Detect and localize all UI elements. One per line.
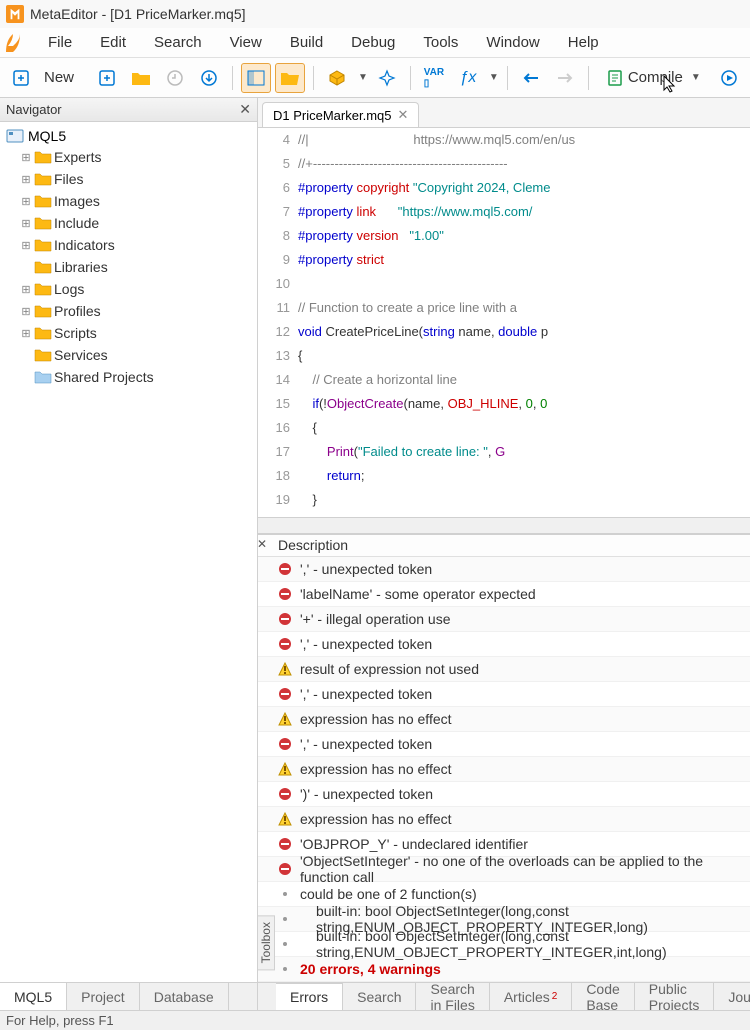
error-row[interactable]: 'ObjectSetInteger' - no one of the overl… [258, 857, 750, 882]
error-row[interactable]: ',' - unexpected token [258, 732, 750, 757]
dropdown-icon[interactable]: ▼ [358, 72, 368, 83]
editor-tabs: D1 PriceMarker.mq5 ✕ [258, 98, 750, 128]
fx-button[interactable]: ƒx [453, 63, 483, 93]
app-logo-icon [4, 32, 24, 54]
var-button[interactable]: VAR▯ [419, 63, 449, 93]
tree-item-include[interactable]: ⊞Include [2, 212, 255, 234]
menu-tools[interactable]: Tools [409, 30, 472, 55]
menu-window[interactable]: Window [472, 30, 553, 55]
tree-item-experts[interactable]: ⊞Experts [2, 146, 255, 168]
menu-file[interactable]: File [34, 30, 86, 55]
menu-search[interactable]: Search [140, 30, 216, 55]
horizontal-scrollbar[interactable] [258, 517, 750, 533]
menu-debug[interactable]: Debug [337, 30, 409, 55]
menubar: FileEditSearchViewBuildDebugToolsWindowH… [0, 28, 750, 58]
forward-button[interactable] [550, 63, 580, 93]
tree-item-indicators[interactable]: ⊞Indicators [2, 234, 255, 256]
box-button[interactable] [322, 63, 352, 93]
tree-item-files[interactable]: ⊞Files [2, 168, 255, 190]
menu-view[interactable]: View [216, 30, 276, 55]
error-row[interactable]: expression has no effect [258, 757, 750, 782]
nav-tab-mql5[interactable]: MQL5 [0, 983, 67, 1010]
cursor-icon [662, 74, 678, 97]
tree-item-scripts[interactable]: ⊞Scripts [2, 322, 255, 344]
download-button[interactable] [194, 63, 224, 93]
code-editor[interactable]: 45678910111213141516171819 //| https://w… [258, 128, 750, 517]
error-row[interactable]: ',' - unexpected token [258, 557, 750, 582]
toolbox-tab-search[interactable]: Search [343, 983, 416, 1010]
tree-item-images[interactable]: ⊞Images [2, 190, 255, 212]
nav-tab-database[interactable]: Database [140, 983, 229, 1010]
close-icon[interactable]: ✕ [397, 107, 408, 123]
error-list: ',' - unexpected token'labelName' - some… [258, 557, 750, 982]
navigator-panel: Navigator ✕ MQL5 ⊞Experts⊞Files⊞Images⊞I… [0, 98, 258, 1010]
dropdown-icon[interactable]: ▼ [489, 72, 499, 83]
toolbox-tab-code-base[interactable]: Code Base [572, 983, 634, 1010]
toolbox-panel: ✕ Toolbox Description ',' - unexpected t… [258, 533, 750, 1010]
error-row[interactable]: result of expression not used [258, 657, 750, 682]
error-row[interactable]: expression has no effect [258, 807, 750, 832]
open-folder-button[interactable] [126, 63, 156, 93]
toolbox-label[interactable]: Toolbox [258, 915, 275, 970]
toolbox-tabs: ErrorsSearchSearch in FilesArticles 2Cod… [258, 982, 750, 1010]
toolbox-tab-search-in-files[interactable]: Search in Files [416, 983, 489, 1010]
error-row[interactable]: 20 errors, 4 warnings [258, 957, 750, 982]
editor-tab[interactable]: D1 PriceMarker.mq5 ✕ [262, 102, 419, 127]
nav-tab-project[interactable]: Project [67, 983, 140, 1010]
tree-item-shared-projects[interactable]: Shared Projects [2, 366, 255, 388]
menu-help[interactable]: Help [554, 30, 613, 55]
statusbar: For Help, press F1 [0, 1010, 750, 1030]
navigator-tabs: MQL5ProjectDatabase [0, 982, 257, 1010]
titlebar: MetaEditor - [D1 PriceMarker.mq5] [0, 0, 750, 28]
toolbox-tab-articles[interactable]: Articles 2 [490, 983, 572, 1010]
toolbox-tab-public-projects[interactable]: Public Projects [635, 983, 715, 1010]
tree-item-libraries[interactable]: Libraries [2, 256, 255, 278]
navigator-header: Navigator ✕ [0, 98, 257, 122]
error-row[interactable]: ',' - unexpected token [258, 632, 750, 657]
close-icon[interactable]: ✕ [239, 101, 251, 118]
error-row[interactable]: ')' - unexpected token [258, 782, 750, 807]
menu-build[interactable]: Build [276, 30, 337, 55]
error-row[interactable]: ',' - unexpected token [258, 682, 750, 707]
history-button[interactable] [160, 63, 190, 93]
back-button[interactable] [516, 63, 546, 93]
run-debug-button[interactable] [714, 63, 744, 93]
close-icon[interactable]: ✕ [258, 537, 271, 551]
new-file-button[interactable] [6, 63, 36, 93]
error-row[interactable]: expression has no effect [258, 707, 750, 732]
new-label: New [44, 69, 74, 86]
compile-button[interactable]: Compile ▼ [597, 64, 710, 92]
tree-item-logs[interactable]: ⊞Logs [2, 278, 255, 300]
menu-edit[interactable]: Edit [86, 30, 140, 55]
tree-root[interactable]: MQL5 [2, 126, 255, 146]
ai-sparkle-button[interactable] [372, 63, 402, 93]
app-icon [6, 5, 24, 23]
tree-item-profiles[interactable]: ⊞Profiles [2, 300, 255, 322]
new-doc-button[interactable] [92, 63, 122, 93]
toolbox-tab-journal[interactable]: Journal [714, 983, 750, 1010]
panel-left-button[interactable] [241, 63, 271, 93]
toolbox-header: Description [258, 535, 750, 557]
window-title: MetaEditor - [D1 PriceMarker.mq5] [30, 6, 246, 22]
editor-area: D1 PriceMarker.mq5 ✕ 4567891011121314151… [258, 98, 750, 1010]
panel-bottom-button[interactable] [275, 63, 305, 93]
toolbox-tab-errors[interactable]: Errors [276, 983, 343, 1010]
navigator-tree: MQL5 ⊞Experts⊞Files⊞Images⊞Include⊞Indic… [0, 122, 257, 982]
toolbar: New ▼ VAR▯ ƒx ▼ Compile ▼ [0, 58, 750, 98]
error-row[interactable]: 'labelName' - some operator expected [258, 582, 750, 607]
tree-item-services[interactable]: Services [2, 344, 255, 366]
dropdown-icon[interactable]: ▼ [691, 72, 701, 83]
error-row[interactable]: built-in: bool ObjectSetInteger(long,con… [258, 932, 750, 957]
error-row[interactable]: '+' - illegal operation use [258, 607, 750, 632]
